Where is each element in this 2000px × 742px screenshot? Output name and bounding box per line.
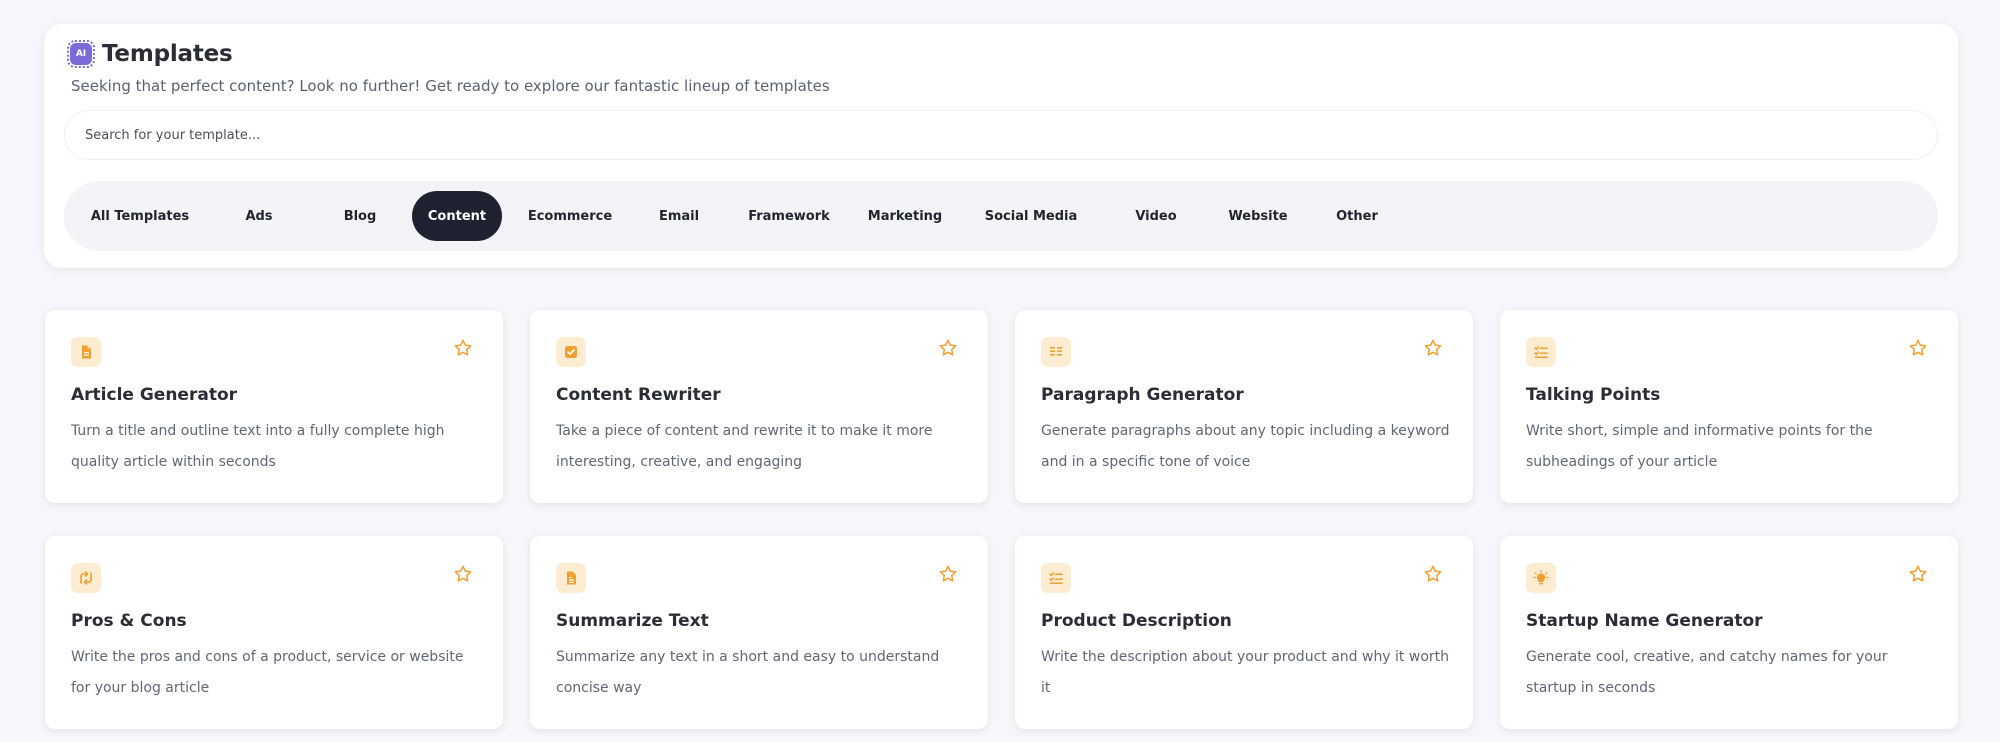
card-description: Generate cool, creative, and catchy name…	[1526, 649, 1888, 696]
card-title: Pros & Cons	[71, 611, 187, 631]
filter-marketing[interactable]: Marketing	[850, 191, 960, 241]
filter-blog[interactable]: Blog	[315, 191, 405, 241]
filter-ecommerce[interactable]: Ecommerce	[510, 191, 630, 241]
paragraph-icon	[1041, 337, 1071, 367]
template-card-startup-name-generator[interactable]: Startup Name Generator Generate cool, cr…	[1500, 536, 1958, 729]
ai-badge-text: AI	[75, 49, 87, 59]
ai-chip-icon: AI	[67, 40, 95, 68]
card-description: Generate paragraphs about any topic incl…	[1041, 423, 1450, 470]
lightbulb-icon	[1526, 563, 1556, 593]
favorite-star-icon[interactable]	[453, 564, 473, 584]
page-title: Templates	[102, 41, 233, 67]
title-row: AI Templates	[67, 40, 233, 68]
card-title: Content Rewriter	[556, 385, 721, 405]
page-subtitle: Seeking that perfect content? Look no fu…	[71, 77, 830, 95]
checkbox-icon	[556, 337, 586, 367]
card-title: Article Generator	[71, 385, 238, 405]
card-title: Talking Points	[1526, 385, 1661, 405]
favorite-star-icon[interactable]	[1908, 338, 1928, 358]
favorite-star-icon[interactable]	[938, 338, 958, 358]
card-description: Write short, simple and informative poin…	[1526, 423, 1873, 470]
checklist-icon	[1526, 337, 1556, 367]
favorite-star-icon[interactable]	[453, 338, 473, 358]
template-card-pros-cons[interactable]: Pros & Cons Write the pros and cons of a…	[45, 536, 503, 729]
filter-email[interactable]: Email	[634, 191, 724, 241]
template-card-summarize-text[interactable]: Summarize Text Summarize any text in a s…	[530, 536, 988, 729]
file-text-icon	[556, 563, 586, 593]
document-icon	[71, 337, 101, 367]
filter-all-templates[interactable]: All Templates	[72, 191, 208, 241]
favorite-star-icon[interactable]	[938, 564, 958, 584]
card-title: Startup Name Generator	[1526, 611, 1763, 631]
filter-video[interactable]: Video	[1111, 191, 1201, 241]
card-description: Write the description about your product…	[1041, 649, 1450, 696]
template-card-article-generator[interactable]: Article Generator Turn a title and outli…	[45, 310, 503, 503]
template-card-content-rewriter[interactable]: Content Rewriter Take a piece of content…	[530, 310, 988, 503]
template-card-paragraph-generator[interactable]: Paragraph Generator Generate paragraphs …	[1015, 310, 1473, 503]
filter-framework[interactable]: Framework	[732, 191, 846, 241]
filter-content[interactable]: Content	[412, 191, 502, 241]
template-card-talking-points[interactable]: Talking Points Write short, simple and i…	[1500, 310, 1958, 503]
templates-header-card: AI Templates Seeking that perfect conten…	[44, 24, 1958, 268]
card-description: Write the pros and cons of a product, se…	[71, 649, 464, 696]
favorite-star-icon[interactable]	[1908, 564, 1928, 584]
filter-other[interactable]: Other	[1312, 191, 1402, 241]
checklist-icon	[1041, 563, 1071, 593]
card-title: Summarize Text	[556, 611, 709, 631]
card-title: Paragraph Generator	[1041, 385, 1244, 405]
favorite-star-icon[interactable]	[1423, 338, 1443, 358]
category-filter-bar: All Templates Ads Blog Content Ecommerce…	[64, 181, 1938, 251]
card-description: Summarize any text in a short and easy t…	[556, 649, 940, 696]
filter-website[interactable]: Website	[1210, 191, 1306, 241]
template-search-input[interactable]	[64, 110, 1938, 160]
template-card-product-description[interactable]: Product Description Write the descriptio…	[1015, 536, 1473, 729]
swap-icon	[71, 563, 101, 593]
favorite-star-icon[interactable]	[1423, 564, 1443, 584]
filter-social-media[interactable]: Social Media	[966, 191, 1096, 241]
filter-ads[interactable]: Ads	[214, 191, 304, 241]
card-title: Product Description	[1041, 611, 1232, 631]
card-description: Turn a title and outline text into a ful…	[71, 423, 445, 470]
card-description: Take a piece of content and rewrite it t…	[556, 423, 933, 470]
